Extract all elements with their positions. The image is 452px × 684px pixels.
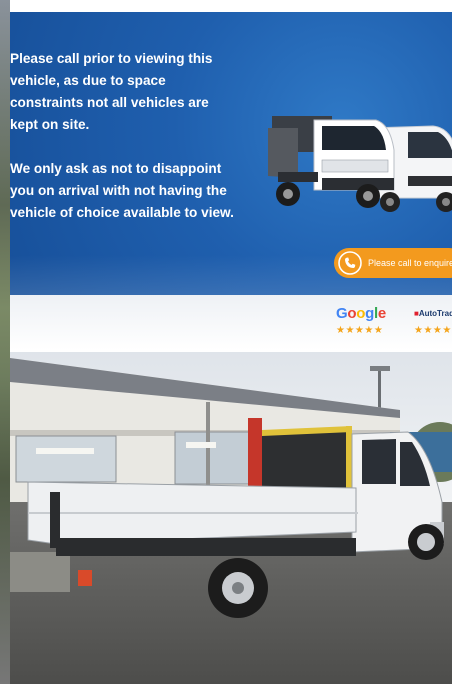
call-to-enquire-button[interactable]: Please call to enquire — [334, 248, 452, 278]
notice-paragraph-2: We only ask as not to disappoint you on … — [10, 161, 234, 220]
autotrader-logo: ■AutoTrader — [414, 309, 452, 318]
truck-icon — [268, 116, 395, 208]
google-rating-stars: ★★★★★ — [336, 325, 384, 336]
notice-text: Please call prior to viewing this vehicl… — [10, 48, 240, 224]
reviews-bar: Google ★★★★★ ■AutoTrader ★★★★★ — [10, 295, 452, 350]
viewing-notice-banner: Please call prior to viewing this vehicl… — [10, 12, 452, 350]
call-button-label: Please call to enquire — [368, 258, 452, 268]
google-logo: Google — [336, 305, 386, 322]
autotrader-rating-stars: ★★★★★ — [414, 325, 452, 336]
notice-paragraph-1: Please call prior to viewing this vehicl… — [10, 51, 213, 132]
adjacent-gallery-image-edge — [0, 0, 10, 684]
trucks-illustration — [268, 116, 452, 212]
vehicle-photo — [10, 352, 452, 684]
phone-icon — [338, 251, 362, 275]
